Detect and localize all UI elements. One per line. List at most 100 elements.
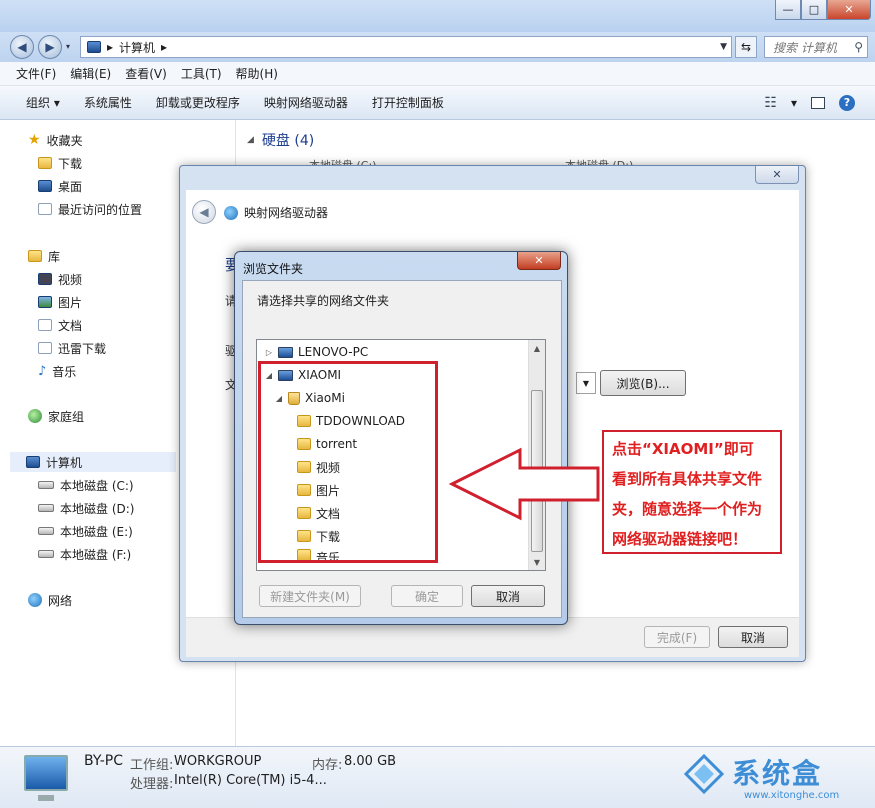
back-button[interactable]: ◀: [10, 35, 34, 59]
nav-homegroup[interactable]: 家庭组: [28, 406, 84, 426]
refresh-icon: ⇆: [740, 40, 752, 54]
organize-button[interactable]: 组织 ▾: [26, 94, 60, 111]
pointer-arrow-icon: [448, 447, 600, 521]
nav-libraries[interactable]: 库: [28, 246, 60, 266]
downloads-folder-icon: [38, 157, 52, 169]
back-button[interactable]: ◀: [192, 200, 216, 224]
picture-icon: [38, 296, 52, 308]
menu-edit[interactable]: 编辑(E): [70, 65, 111, 82]
recent-places-icon: [38, 203, 52, 215]
nav-favorites[interactable]: ★ 收藏夹: [28, 130, 83, 150]
minimize-button[interactable]: —: [775, 0, 801, 20]
watermark-text: 系统盒: [732, 757, 823, 790]
scroll-up-icon[interactable]: ▲: [529, 340, 545, 356]
system-properties-button[interactable]: 系统属性: [84, 94, 132, 111]
hard-disks-group-header[interactable]: ◢ 硬盘 (4): [247, 130, 314, 150]
computer-icon: [278, 346, 293, 358]
maximize-button[interactable]: □: [801, 0, 827, 20]
expand-triangle-icon[interactable]: ▷: [265, 348, 273, 357]
uninstall-program-button[interactable]: 卸载或更改程序: [156, 94, 240, 111]
nav-pictures[interactable]: 图片: [38, 292, 82, 312]
forward-arrow-icon: ▶: [45, 40, 55, 54]
nav-label: 图片: [58, 295, 83, 310]
annotation-line: 夹，随意选择一个作为: [612, 500, 763, 518]
nav-drive-c[interactable]: 本地磁盘 (C:): [38, 475, 134, 495]
nav-label: 家庭组: [48, 409, 85, 424]
preview-pane-icon[interactable]: [811, 96, 825, 109]
scroll-down-icon[interactable]: ▼: [529, 554, 545, 570]
network-drive-icon: [224, 205, 238, 220]
browse-dialog-title: 浏览文件夹: [243, 262, 304, 276]
site-logo-icon: [684, 754, 724, 794]
computer-name: BY-PC: [84, 753, 123, 769]
close-icon: ✕: [534, 254, 544, 267]
view-controls: ☷ ▾ ?: [764, 94, 855, 111]
annotation-line: 点击“XIAOMI”即可: [612, 440, 754, 458]
refresh-button[interactable]: ⇆: [735, 36, 757, 58]
nav-label: 文档: [58, 318, 83, 333]
memory-value: 8.00 GB: [344, 754, 397, 769]
search-input[interactable]: 搜索 计算机 ⚲: [764, 36, 868, 58]
tree-node-lenovo-pc[interactable]: ▷ LENOVO-PC: [265, 342, 368, 362]
map-cancel-button[interactable]: 取消: [718, 626, 788, 648]
map-network-drive-button[interactable]: 映射网络驱动器: [264, 94, 348, 111]
nav-recent-places[interactable]: 最近访问的位置: [38, 199, 142, 219]
breadcrumb-computer[interactable]: 计算机: [119, 39, 155, 56]
map-dialog-title: 映射网络驱动器: [224, 204, 328, 221]
address-row: ◀ ▶ ▾ ▸ 计算机 ▸ ▼ ⇆ 搜索 计算机 ⚲: [0, 32, 875, 62]
menu-help[interactable]: 帮助(H): [236, 65, 278, 82]
music-icon: ♪: [38, 363, 47, 379]
help-icon[interactable]: ?: [839, 94, 855, 111]
browse-button[interactable]: 浏览(B)...: [600, 370, 686, 396]
new-folder-button[interactable]: 新建文件夹(M): [259, 585, 361, 607]
watermark-url: www.xitonghe.com: [744, 790, 840, 801]
nav-label: 音乐: [52, 364, 77, 379]
watermark: 系统盒 www.xitonghe.com: [684, 748, 874, 806]
nav-network[interactable]: 网络: [28, 590, 72, 610]
workgroup-value: WORKGROUP: [174, 754, 262, 769]
search-icon: ⚲: [854, 40, 863, 54]
folder-dropdown-icon[interactable]: ▼: [576, 372, 596, 394]
address-bar[interactable]: ▸ 计算机 ▸ ▼: [80, 36, 732, 58]
nav-computer[interactable]: 计算机: [10, 452, 176, 472]
window-controls: — □ ✕: [775, 0, 871, 20]
ok-button[interactable]: 确定: [391, 585, 463, 607]
nav-label: 下载: [58, 156, 83, 171]
nav-label: 最近访问的位置: [58, 202, 143, 217]
document-icon: [38, 319, 52, 331]
nav-drive-f[interactable]: 本地磁盘 (F:): [38, 544, 131, 564]
browse-cancel-button[interactable]: 取消: [471, 585, 545, 607]
nav-drive-e[interactable]: 本地磁盘 (E:): [38, 521, 133, 541]
map-dialog-close-button[interactable]: ✕: [755, 166, 799, 184]
computer-icon: [26, 456, 40, 468]
nav-label: 网络: [48, 593, 73, 608]
nav-music[interactable]: ♪ 音乐: [38, 361, 76, 381]
menu-view[interactable]: 查看(V): [125, 65, 167, 82]
nav-videos[interactable]: 视频: [38, 269, 82, 289]
nav-desktop[interactable]: 桌面: [38, 176, 82, 196]
browse-dialog-close-button[interactable]: ✕: [517, 252, 561, 270]
view-options-icon[interactable]: ☷: [764, 95, 777, 111]
history-dropdown-icon[interactable]: ▾: [66, 42, 70, 51]
annotation-line: 网络驱动器链接吧！: [612, 530, 748, 548]
open-control-panel-button[interactable]: 打开控制面板: [372, 94, 444, 111]
command-bar: 组织 ▾ 系统属性 卸载或更改程序 映射网络驱动器 打开控制面板 ☷ ▾ ?: [0, 86, 875, 120]
menu-file[interactable]: 文件(F): [16, 65, 56, 82]
nav-documents[interactable]: 文档: [38, 315, 82, 335]
nav-drive-d[interactable]: 本地磁盘 (D:): [38, 498, 134, 518]
back-arrow-icon: ◀: [199, 205, 209, 219]
workgroup-label: 工作组:: [130, 758, 174, 773]
forward-button[interactable]: ▶: [38, 35, 62, 59]
finish-button[interactable]: 完成(F): [644, 626, 710, 648]
menu-tools[interactable]: 工具(T): [181, 65, 222, 82]
address-dropdown-icon[interactable]: ▼: [720, 42, 727, 52]
close-button[interactable]: ✕: [827, 0, 871, 20]
nav-label: 桌面: [58, 179, 83, 194]
nav-downloads[interactable]: 下载: [38, 153, 82, 173]
nav-thunder-downloads[interactable]: 迅雷下载: [38, 338, 106, 358]
download-library-icon: [38, 342, 52, 354]
view-dropdown-icon[interactable]: ▾: [791, 96, 797, 110]
nav-label: 本地磁盘 (E:): [60, 524, 133, 539]
browse-prompt: 请选择共享的网络文件夹: [257, 294, 390, 308]
nav-label: 收藏夹: [46, 133, 83, 148]
